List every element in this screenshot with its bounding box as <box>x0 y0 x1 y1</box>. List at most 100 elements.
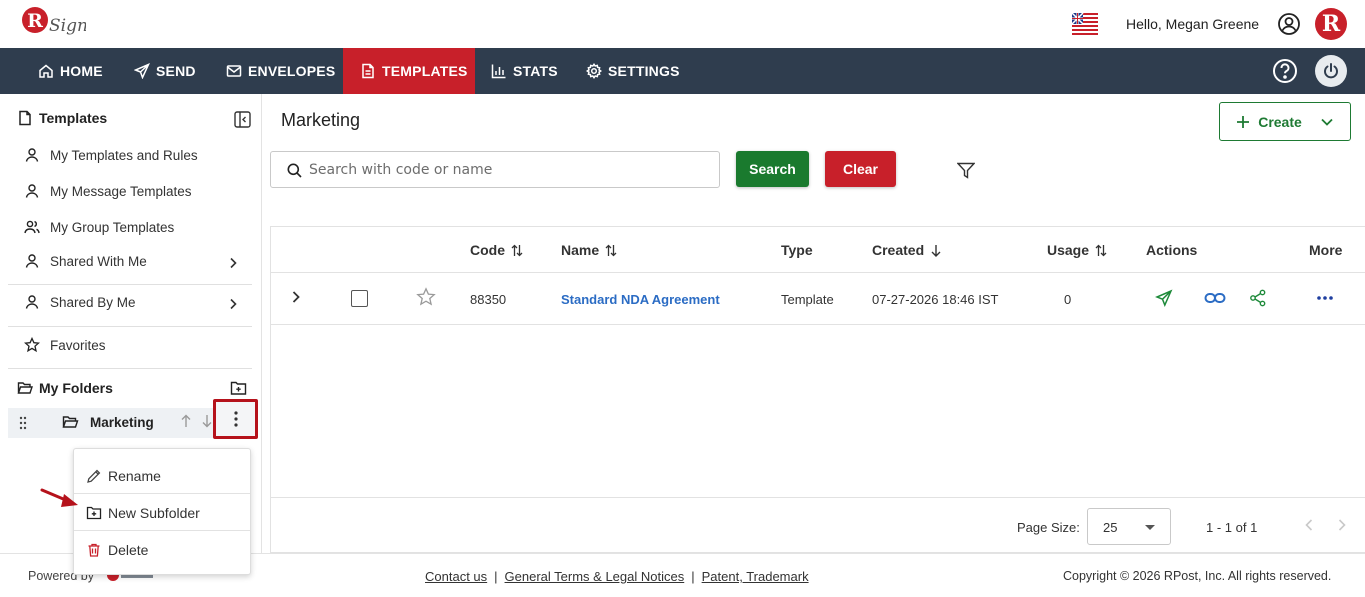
home-icon <box>39 64 53 78</box>
cell-name-link[interactable]: Standard NDA Agreement <box>561 292 720 307</box>
sidebar-item-favorites[interactable]: Favorites <box>24 337 106 353</box>
sidebar-item-shared-with-me[interactable]: Shared With Me <box>24 253 147 269</box>
row-checkbox[interactable] <box>351 290 368 307</box>
folder-open-icon <box>62 416 79 428</box>
column-name[interactable]: Name <box>561 242 617 258</box>
user-profile-icon[interactable] <box>1277 12 1301 36</box>
column-label: Code <box>470 242 505 258</box>
nav-templates[interactable]: TEMPLATES <box>343 48 475 94</box>
plus-icon <box>1237 115 1250 128</box>
page-size-select[interactable]: 25 <box>1087 508 1171 545</box>
nav-envelopes[interactable]: ENVELOPES <box>226 48 335 94</box>
person-icon <box>25 295 39 309</box>
contact-us-link[interactable]: Contact us <box>425 569 487 584</box>
favorite-star-icon[interactable] <box>416 287 436 307</box>
patent-link[interactable]: Patent, Trademark <box>702 569 809 584</box>
column-label: Name <box>561 242 600 258</box>
nav-settings-label: SETTINGS <box>608 63 680 79</box>
person-icon <box>25 254 39 268</box>
logout-button[interactable] <box>1315 55 1347 87</box>
expand-row-icon[interactable] <box>290 290 302 304</box>
help-icon[interactable] <box>1272 58 1298 84</box>
my-folders-label: My Folders <box>39 380 113 396</box>
brand-avatar[interactable]: R <box>1315 8 1347 40</box>
sidebar-item-label: My Templates and Rules <box>50 147 198 163</box>
document-icon <box>19 110 31 126</box>
pagination-range: 1 - 1 of 1 <box>1206 520 1258 535</box>
menu-item-delete[interactable]: Delete <box>74 531 250 568</box>
rsign-logo[interactable]: R Sign <box>20 5 86 43</box>
nav-settings[interactable]: SETTINGS <box>586 48 680 94</box>
link-separator: | <box>494 569 498 584</box>
column-usage[interactable]: Usage <box>1047 242 1107 258</box>
folder-more-options-button[interactable] <box>213 399 258 439</box>
trash-icon <box>88 543 100 557</box>
filter-icon[interactable] <box>957 162 975 179</box>
table-row[interactable]: 88350 Standard NDA Agreement Template 07… <box>271 273 1365 325</box>
menu-item-rename[interactable]: Rename <box>74 457 250 494</box>
next-page-icon[interactable] <box>1337 518 1347 532</box>
table-header: Code Name Type Created Usage Actions Mor… <box>271 227 1365 273</box>
cell-type: Template <box>781 292 834 307</box>
menu-item-label: Rename <box>108 467 161 484</box>
folder-label[interactable]: Marketing <box>90 415 154 430</box>
chevron-right-icon[interactable] <box>226 297 240 311</box>
column-actions: Actions <box>1146 242 1197 258</box>
link-separator: | <box>691 569 695 584</box>
link-icon[interactable] <box>1204 289 1226 307</box>
gear-icon <box>586 63 602 79</box>
send-icon[interactable] <box>1155 289 1173 307</box>
sidebar-title-label: Templates <box>39 110 108 126</box>
column-label: Type <box>781 242 813 258</box>
annotation-arrow-icon <box>40 488 78 507</box>
nav-send[interactable]: SEND <box>134 48 196 94</box>
footer-links: Contact us | General Terms & Legal Notices… <box>425 569 809 584</box>
terms-link[interactable]: General Terms & Legal Notices <box>505 569 685 584</box>
envelope-icon <box>226 65 242 77</box>
nav-home-label: HOME <box>60 63 103 79</box>
templates-table: Code Name Type Created Usage Actions Mor… <box>270 226 1365 553</box>
create-button[interactable]: Create <box>1219 102 1351 141</box>
move-down-icon[interactable] <box>201 414 213 428</box>
sidebar-title: Templates <box>17 110 107 126</box>
page-size-label: Page Size: <box>1017 520 1080 535</box>
previous-page-icon[interactable] <box>1304 518 1314 532</box>
uk-flag-icon[interactable] <box>1072 13 1098 35</box>
nav-stats[interactable]: STATS <box>491 48 558 94</box>
drag-handle-icon[interactable] <box>19 416 27 430</box>
sort-down-icon <box>931 244 941 257</box>
clear-button[interactable]: Clear <box>825 151 896 187</box>
sort-icon <box>511 244 523 256</box>
svg-text:R: R <box>27 10 43 32</box>
my-folders-heading: My Folders <box>17 380 113 396</box>
column-code[interactable]: Code <box>470 242 523 258</box>
sidebar-item-my-templates[interactable]: My Templates and Rules <box>24 147 198 163</box>
page-size-value: 25 <box>1103 520 1118 535</box>
star-icon <box>24 337 40 353</box>
table-pagination: Page Size: 25 1 - 1 of 1 <box>271 497 1365 554</box>
nav-home[interactable]: HOME <box>38 48 103 94</box>
new-folder-icon[interactable] <box>230 380 247 396</box>
main-nav: HOME SEND ENVELOPES TEMPLATES STATS SETT… <box>0 48 1365 94</box>
search-input[interactable] <box>309 158 669 182</box>
search-button[interactable]: Search <box>736 151 809 187</box>
menu-item-new-subfolder[interactable]: New Subfolder <box>74 494 250 531</box>
sidebar-item-group-templates[interactable]: My Group Templates <box>24 219 174 235</box>
chevron-right-icon[interactable] <box>226 256 240 270</box>
sidebar-item-shared-by-me[interactable]: Shared By Me <box>24 294 136 310</box>
more-options-icon[interactable] <box>1316 289 1334 307</box>
nav-stats-label: STATS <box>513 63 558 79</box>
search-icon <box>287 163 302 178</box>
copyright-text: Copyright © 2026 RPost, Inc. All rights … <box>1063 569 1332 583</box>
column-created[interactable]: Created <box>872 242 942 258</box>
folder-context-menu: Rename New Subfolder Delete <box>73 448 251 575</box>
sidebar-item-message-templates[interactable]: My Message Templates <box>24 183 192 199</box>
menu-item-label: New Subfolder <box>108 504 200 521</box>
nav-templates-label: TEMPLATES <box>382 63 468 79</box>
cell-code: 88350 <box>470 292 507 307</box>
search-field[interactable] <box>270 151 975 188</box>
move-up-icon[interactable] <box>180 414 192 428</box>
nav-send-label: SEND <box>156 63 196 79</box>
share-icon[interactable] <box>1249 289 1267 307</box>
collapse-sidebar-icon[interactable] <box>234 111 251 128</box>
